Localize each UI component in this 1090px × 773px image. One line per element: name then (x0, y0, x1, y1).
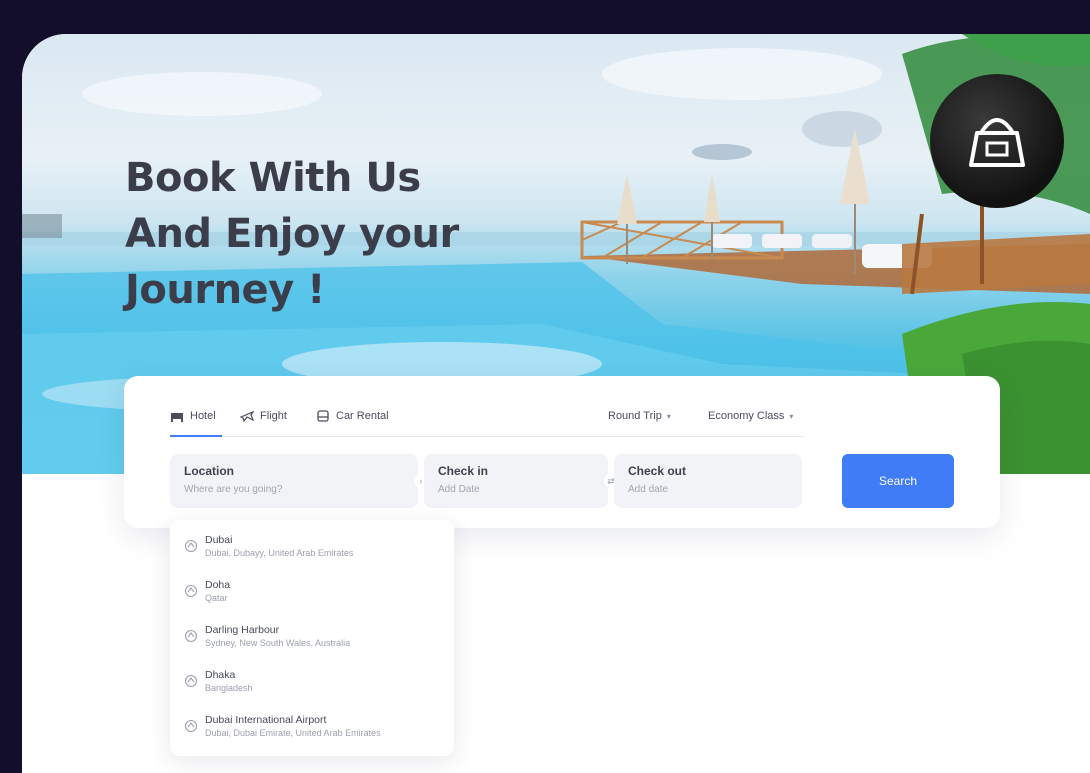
headline-line-1: Book With Us (125, 155, 421, 201)
checkin-input[interactable] (438, 484, 594, 495)
bag-badge (930, 74, 1064, 208)
suggestion-detail: Sydney, New South Wales, Australia (205, 638, 351, 648)
location-pin-icon (184, 629, 198, 643)
hero-headline: Book With Us And Enjoy your Journey ! (125, 150, 459, 318)
suggestion-detail: Dubai, Dubai Emirate, United Arab Emirat… (205, 728, 381, 738)
suggestion-item[interactable]: Dubai Dubai, Dubayy, United Arab Emirate… (184, 530, 444, 570)
class-select[interactable]: Economy Class ▾ (708, 396, 793, 436)
checkout-label: Check out (628, 464, 687, 478)
tab-flight[interactable]: Flight (240, 396, 287, 436)
suggestion-name: Darling Harbour (205, 624, 280, 636)
shopping-bag-icon (969, 118, 1025, 167)
location-pin-icon (184, 674, 198, 688)
location-pin-icon (184, 719, 198, 733)
tab-hotel[interactable]: Hotel (170, 396, 222, 437)
chevron-down-icon: ▾ (789, 411, 794, 421)
tab-hotel-label: Hotel (190, 410, 216, 422)
tab-flight-label: Flight (260, 410, 287, 422)
location-suggestions-dropdown: Dubai Dubai, Dubayy, United Arab Emirate… (170, 520, 454, 756)
tab-car-rental[interactable]: Car Rental (316, 396, 389, 436)
chevron-down-icon: ▾ (666, 411, 671, 421)
location-pin-icon (184, 584, 198, 598)
headline-line-3: Journey ! (125, 267, 325, 313)
suggestion-item[interactable]: Darling Harbour Sydney, New South Wales,… (184, 620, 444, 660)
plane-icon (240, 409, 254, 423)
car-icon (316, 409, 330, 423)
trip-type-label: Round Trip (608, 410, 662, 422)
suggestion-item[interactable]: Dubai International Airport Dubai, Dubai… (184, 710, 444, 750)
suggestion-name: Dubai (205, 534, 233, 546)
location-field[interactable]: Location (170, 454, 418, 508)
suggestion-item[interactable]: Doha Qatar (184, 575, 444, 615)
checkin-field[interactable]: Check in (424, 454, 608, 508)
checkin-label: Check in (438, 464, 489, 478)
search-button[interactable]: Search (842, 454, 954, 508)
suggestion-name: Dhaka (205, 669, 236, 681)
search-tabs: Hotel Flight Car Rental Round Trip ▾ Eco… (170, 396, 804, 437)
location-pin-icon (184, 539, 198, 553)
checkout-input[interactable] (628, 484, 788, 495)
tab-car-rental-label: Car Rental (336, 410, 389, 422)
checkout-field[interactable]: Check out (614, 454, 802, 508)
hotel-bed-icon (170, 409, 184, 423)
suggestion-item[interactable]: Dhaka Bangladesh (184, 665, 444, 705)
suggestion-detail: Bangladesh (205, 683, 253, 693)
class-label: Economy Class (708, 410, 785, 422)
trip-type-select[interactable]: Round Trip ▾ (608, 396, 671, 436)
suggestion-name: Dubai International Airport (205, 714, 327, 726)
suggestion-name: Doha (205, 579, 231, 591)
suggestion-detail: Dubai, Dubayy, United Arab Emirates (205, 548, 354, 558)
location-input[interactable] (184, 484, 404, 495)
location-label: Location (184, 464, 234, 478)
main-card: Book With Us And Enjoy your Journey ! Ho… (22, 34, 1090, 773)
headline-line-2: And Enjoy your (125, 211, 459, 257)
suggestion-detail: Qatar (205, 593, 228, 603)
search-panel: Hotel Flight Car Rental Round Trip ▾ Eco… (124, 376, 1000, 528)
